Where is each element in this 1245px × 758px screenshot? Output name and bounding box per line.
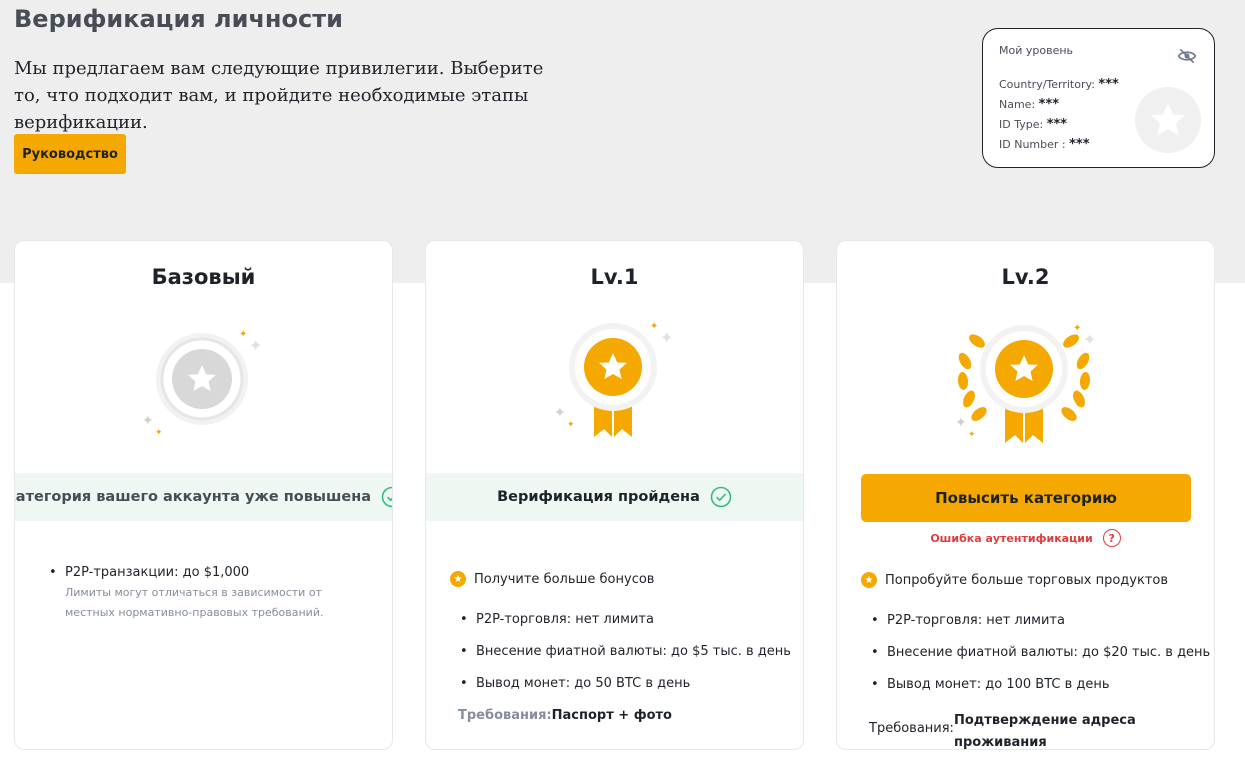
eye-off-icon[interactable] <box>1177 46 1197 66</box>
svg-text:✦: ✦ <box>567 420 575 430</box>
my-level-card: Мой уровень Country/Territory: *** Name:… <box>982 28 1215 168</box>
svg-text:✦: ✦ <box>660 328 673 347</box>
svg-text:✦: ✦ <box>1083 330 1096 349</box>
lv1-badge-icon: ✦ ✦ ✦ ✦ <box>554 321 673 437</box>
list-item: Внесение фиатной валюты: до $20 тыс. в д… <box>871 645 1210 660</box>
card-lv2-title: Lv.2 <box>1001 265 1050 289</box>
my-level-country: Country/Territory: *** <box>999 77 1119 92</box>
help-icon[interactable]: ? <box>1102 529 1121 547</box>
my-level-title: Мой уровень <box>999 44 1074 57</box>
svg-text:✦: ✦ <box>968 430 976 440</box>
lv2-perk: ★ Попробуйте больше торговых продуктов <box>861 572 1168 588</box>
page-title: Верификация личности <box>14 5 343 33</box>
list-item: P2P-торговля: нет лимита <box>460 612 654 627</box>
svg-text:✦: ✦ <box>955 415 967 431</box>
star-icon: ★ <box>450 571 466 587</box>
svg-text:✦: ✦ <box>239 329 247 340</box>
svg-text:✦: ✦ <box>554 405 566 421</box>
my-level-id-type: ID Type: *** <box>999 117 1068 132</box>
lv2-badge-icon: ✦ ✦ ✦ ✦ <box>955 323 1096 443</box>
check-circle-icon <box>710 486 732 508</box>
basic-limit: P2P-транзакции: до $1,000 <box>49 565 249 580</box>
lv1-perk: ★ Получите больше бонусов <box>450 571 654 587</box>
lv1-status-text: Верификация пройдена <box>497 489 700 505</box>
svg-text:✦: ✦ <box>650 321 658 332</box>
basic-badge-icon: ✦ ✦ ✦ ✦ <box>142 329 262 438</box>
star-icon: ★ <box>861 572 877 588</box>
card-lv1: Lv.1 ✦ ✦ ✦ ✦ Верификация пройдена ★ Полу… <box>425 240 804 750</box>
list-item: Вывод монет: до 100 BTC в день <box>871 677 1109 692</box>
card-basic: Базовый ✦ ✦ ✦ ✦ Категория вашего аккаунт… <box>14 240 393 750</box>
svg-text:✦: ✦ <box>142 413 154 429</box>
my-level-name: Name: *** <box>999 97 1060 112</box>
svg-text:✦: ✦ <box>1073 323 1081 334</box>
basic-status-text: Категория вашего аккаунта уже повышена <box>14 489 372 505</box>
my-level-id-number: ID Number : *** <box>999 137 1090 152</box>
page-subtitle: Мы предлагаем вам следующие привилегии. … <box>14 58 544 133</box>
guide-button[interactable]: Руководство <box>14 134 126 174</box>
auth-error: Ошибка аутентификации ? <box>837 529 1214 547</box>
upgrade-button[interactable]: Повысить категорию <box>861 474 1191 522</box>
card-lv2: Lv.2 ✦ ✦ ✦ ✦ Повысить категорию Ошибка а… <box>836 240 1215 750</box>
list-item: Вывод монет: до 50 BTC в день <box>460 676 690 691</box>
lv2-requirements-label: Требования: <box>869 721 954 736</box>
basic-status: Категория вашего аккаунта уже повышена <box>15 473 392 521</box>
auth-error-text: Ошибка аутентификации <box>930 531 1093 545</box>
list-item: Внесение фиатной валюты: до $5 тыс. в де… <box>460 644 791 659</box>
list-item: P2P-торговля: нет лимита <box>871 613 1065 628</box>
card-basic-title: Базовый <box>151 265 256 289</box>
svg-text:✦: ✦ <box>155 428 163 438</box>
card-lv1-title: Lv.1 <box>590 265 639 289</box>
lv2-requirements-value: Подтверждение адреса проживания <box>954 713 1136 750</box>
level-star-icon <box>1135 87 1201 153</box>
basic-note: Лимиты могут отличаться в зависимости от… <box>65 586 324 619</box>
check-circle-icon <box>381 486 392 508</box>
lv1-requirements: Требования:Паспорт + фото <box>458 708 672 723</box>
svg-text:✦: ✦ <box>249 336 262 355</box>
lv1-status: Верификация пройдена <box>426 473 803 521</box>
